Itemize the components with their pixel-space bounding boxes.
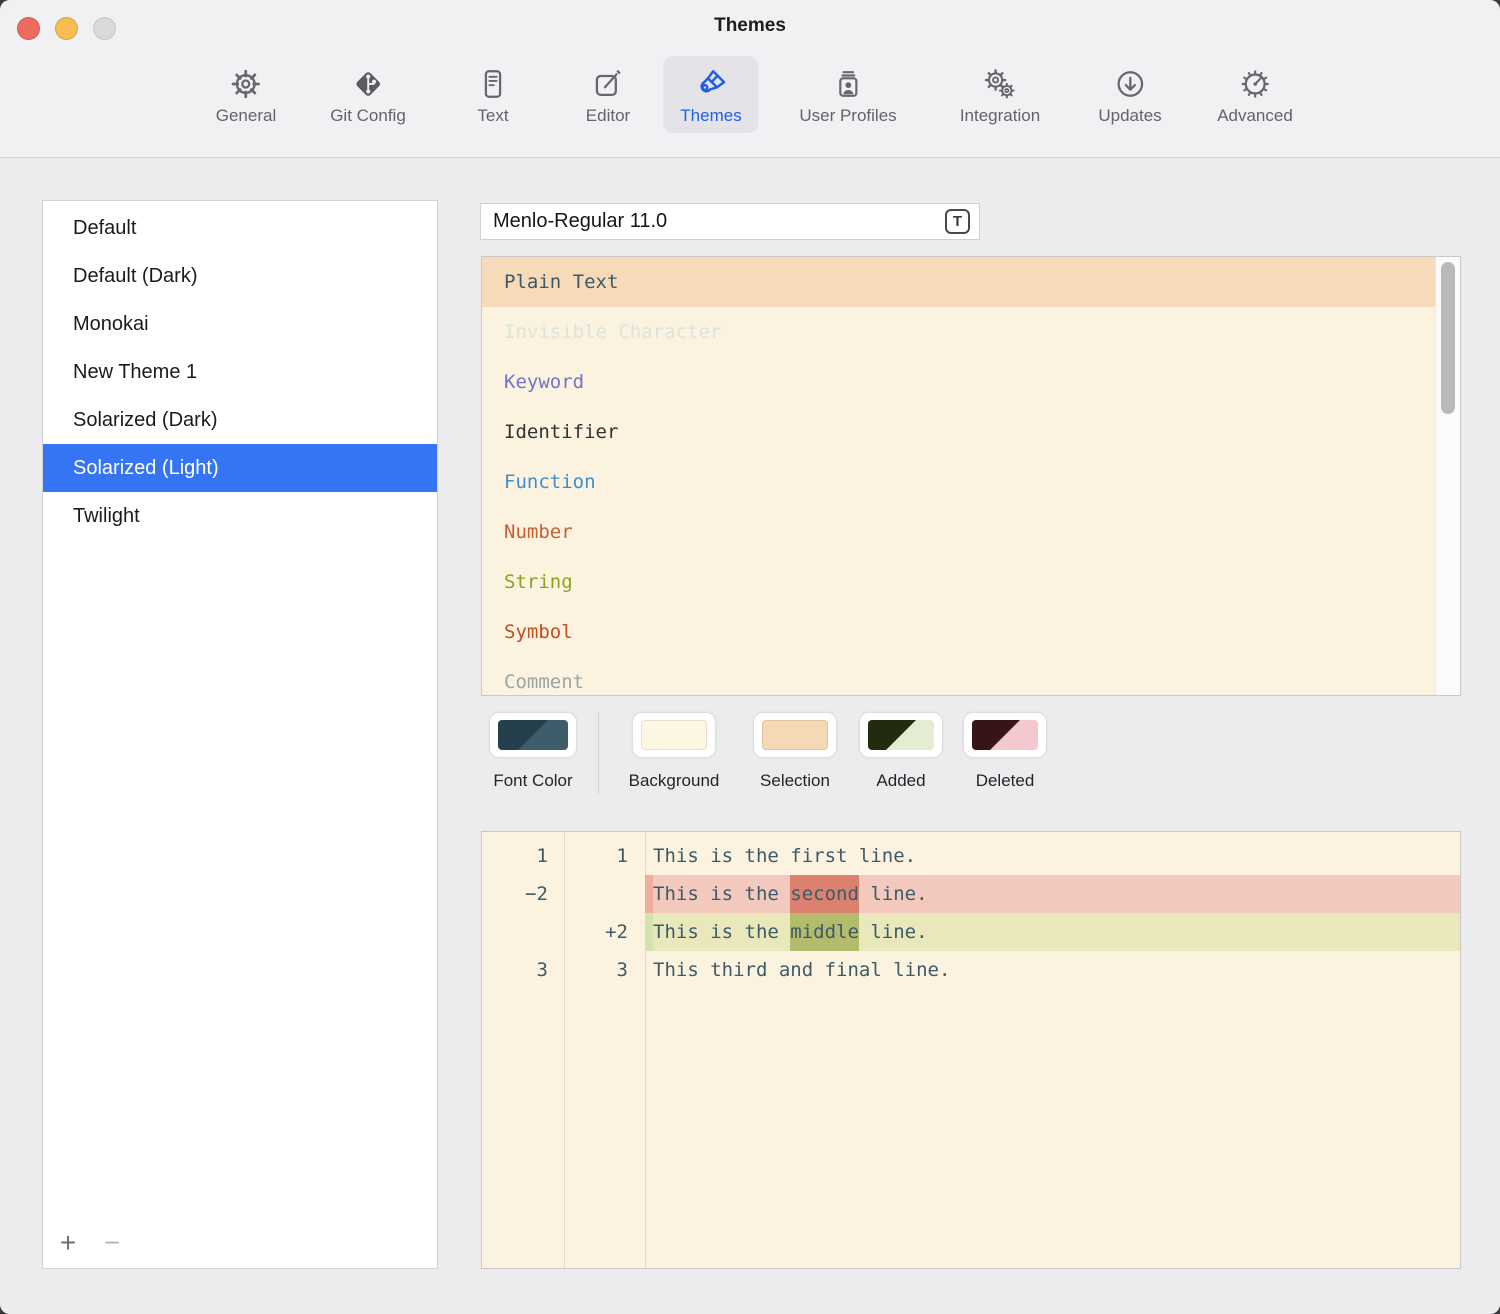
font-picker-button[interactable]: T [945,209,970,234]
new-line-number [564,875,628,913]
add-theme-button[interactable]: + [51,1222,85,1268]
new-line-number: +2 [564,913,628,951]
user-card-icon [829,64,867,104]
selection-swatch: Selection [753,712,837,802]
diff-word-highlight: second [790,875,859,913]
font-field[interactable]: Menlo-Regular 11.0 T [480,203,980,240]
tab-label: Updates [1098,106,1161,126]
diff-line-text: This is the second line. [653,875,928,913]
added-color-well[interactable] [859,712,943,758]
tab-general[interactable]: General [199,56,293,133]
selection-color-well[interactable] [753,712,837,758]
swatch-divider [598,712,599,794]
theme-list: DefaultDefault (Dark)MonokaiNew Theme 1S… [42,200,438,1269]
deleted-color-well[interactable] [963,712,1047,758]
toolbar: General Git Config Text Editor Themes Us… [0,0,1500,158]
tab-integration[interactable]: Integration [943,56,1057,133]
new-line-number: 3 [564,951,628,989]
git-branch-icon [349,64,387,104]
diff-row-context: 11 This is the first line. [482,837,1460,875]
swatch-label: Deleted [976,771,1035,791]
style-row-symbol[interactable]: Symbol [482,607,1435,657]
deleted-swatch: Deleted [963,712,1047,802]
old-line-number: 3 [482,951,548,989]
titlebar: Themes General Git Config Text Editor Th… [0,0,1500,158]
font-color-swatch: Font Color [489,712,577,802]
deleted-color-chip [972,720,1038,750]
gears-icon [981,64,1019,104]
theme-item-new-theme-1[interactable]: New Theme 1 [43,348,437,396]
background-color-chip [641,720,707,750]
style-row-keyword[interactable]: Keyword [482,357,1435,407]
diff-line-text: This is the middle line. [653,913,928,951]
download-circle-icon [1111,64,1149,104]
diff-word-highlight: middle [790,913,859,951]
style-row-identifier[interactable]: Identifier [482,407,1435,457]
old-line-number: 1 [482,837,548,875]
tab-advanced[interactable]: Advanced [1200,56,1310,133]
paintbrush-icon [692,64,730,104]
old-line-number: −2 [482,875,548,913]
remove-theme-button[interactable]: − [95,1222,129,1268]
scrollbar-track[interactable] [1435,257,1460,695]
selection-color-chip [762,720,828,750]
tab-git-config[interactable]: Git Config [313,56,423,133]
tab-text[interactable]: Text [457,56,529,133]
editor-pencil-icon [589,64,627,104]
tab-label: General [216,106,276,126]
scrollbar-thumb[interactable] [1441,262,1455,414]
theme-item-solarized-light[interactable]: Solarized (Light) [43,444,437,492]
theme-item-default-dark[interactable]: Default (Dark) [43,252,437,300]
style-row-invisible-character[interactable]: Invisible Character [482,307,1435,357]
swatch-label: Added [876,771,925,791]
tab-label: Editor [586,106,630,126]
diff-row-added: +2 This is the middle line. [482,913,1460,951]
gear-icon [227,64,265,104]
old-line-number [482,913,548,951]
theme-item-default[interactable]: Default [43,204,437,252]
style-row-number[interactable]: Number [482,507,1435,557]
font-color-color-chip [498,720,568,750]
tab-label: Advanced [1217,106,1293,126]
content: DefaultDefault (Dark)MonokaiNew Theme 1S… [0,159,1500,1314]
style-row-plain-text[interactable]: Plain Text [482,257,1435,307]
advanced-gear-icon [1236,64,1274,104]
added-swatch: Added [859,712,943,802]
font-name-value: Menlo-Regular 11.0 [493,204,667,239]
swatch-label: Font Color [493,771,572,791]
font-color-color-well[interactable] [489,712,577,758]
style-row-function[interactable]: Function [482,457,1435,507]
tab-label: Integration [960,106,1040,126]
swatch-label: Background [629,771,720,791]
style-row-string[interactable]: String [482,557,1435,607]
diff-line-text: This is the first line. [653,837,916,875]
tab-label: Git Config [330,106,406,126]
diff-row-edge-marker [645,875,653,913]
tab-updates[interactable]: Updates [1081,56,1178,133]
background-color-well[interactable] [632,712,716,758]
tab-editor[interactable]: Editor [569,56,647,133]
diff-line-text: This third and final line. [653,951,950,989]
diff-row-deleted: −2 This is the second line. [482,875,1460,913]
tab-themes[interactable]: Themes [663,56,758,133]
theme-item-twilight[interactable]: Twilight [43,492,437,540]
style-preview-list: Plain TextInvisible CharacterKeywordIden… [481,256,1461,696]
diff-row-edge-marker [645,913,653,951]
diff-row-context: 33 This third and final line. [482,951,1460,989]
swatch-label: Selection [760,771,830,791]
added-color-chip [868,720,934,750]
new-line-number: 1 [564,837,628,875]
tab-label: Text [477,106,508,126]
text-document-icon [474,64,512,104]
preferences-window: Themes General Git Config Text Editor Th… [0,0,1500,1314]
tab-user-profiles[interactable]: User Profiles [782,56,913,133]
style-row-comment[interactable]: Comment [482,657,1435,696]
theme-item-solarized-dark[interactable]: Solarized (Dark) [43,396,437,444]
tab-label: User Profiles [799,106,896,126]
diff-preview: 11 This is the first line. −2 This is the s… [481,831,1461,1269]
list-footer: + − [43,1222,437,1268]
tab-label: Themes [680,106,741,126]
theme-item-monokai[interactable]: Monokai [43,300,437,348]
background-swatch: Background [632,712,716,802]
